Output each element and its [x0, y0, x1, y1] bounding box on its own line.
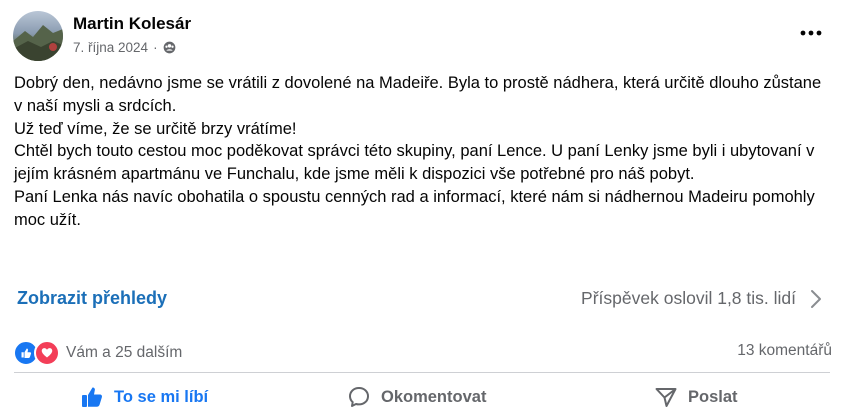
post-date[interactable]: 7. října 2024: [73, 40, 148, 55]
group-icon: [163, 41, 176, 54]
reactions-summary[interactable]: Vám a 25 dalším: [13, 340, 182, 366]
avatar[interactable]: [13, 11, 63, 61]
like-button[interactable]: To se mi líbí: [80, 385, 208, 409]
share-button[interactable]: Poslat: [654, 385, 738, 409]
reach-text: Příspěvek oslovil 1,8 tis. lidí: [581, 288, 796, 308]
like-label: To se mi líbí: [114, 387, 209, 406]
reactions-text: Vám a 25 dalším: [66, 344, 183, 361]
comment-button[interactable]: Okomentovat: [347, 385, 486, 409]
author-name[interactable]: Martin Kolesár: [73, 14, 191, 34]
send-icon: [654, 385, 678, 409]
comment-icon: [347, 385, 371, 409]
post-reach[interactable]: Příspěvek oslovil 1,8 tis. lidí: [581, 288, 822, 309]
love-reaction-icon: [34, 340, 60, 366]
more-options-icon[interactable]: [798, 22, 824, 42]
thumbs-up-icon: [80, 385, 104, 409]
post-meta: 7. října 2024 ·: [73, 40, 176, 55]
share-label: Poslat: [688, 387, 738, 406]
comments-count[interactable]: 13 komentářů: [737, 342, 832, 360]
post-text: Dobrý den, nedávno jsme se vrátili z dov…: [14, 74, 822, 229]
reaction-icons: [13, 340, 60, 366]
view-insights-link[interactable]: Zobrazit přehledy: [17, 288, 167, 309]
divider: [14, 372, 830, 373]
chevron-right-icon: [810, 289, 822, 309]
comment-label: Okomentovat: [381, 387, 487, 406]
meta-separator: ·: [153, 40, 158, 55]
